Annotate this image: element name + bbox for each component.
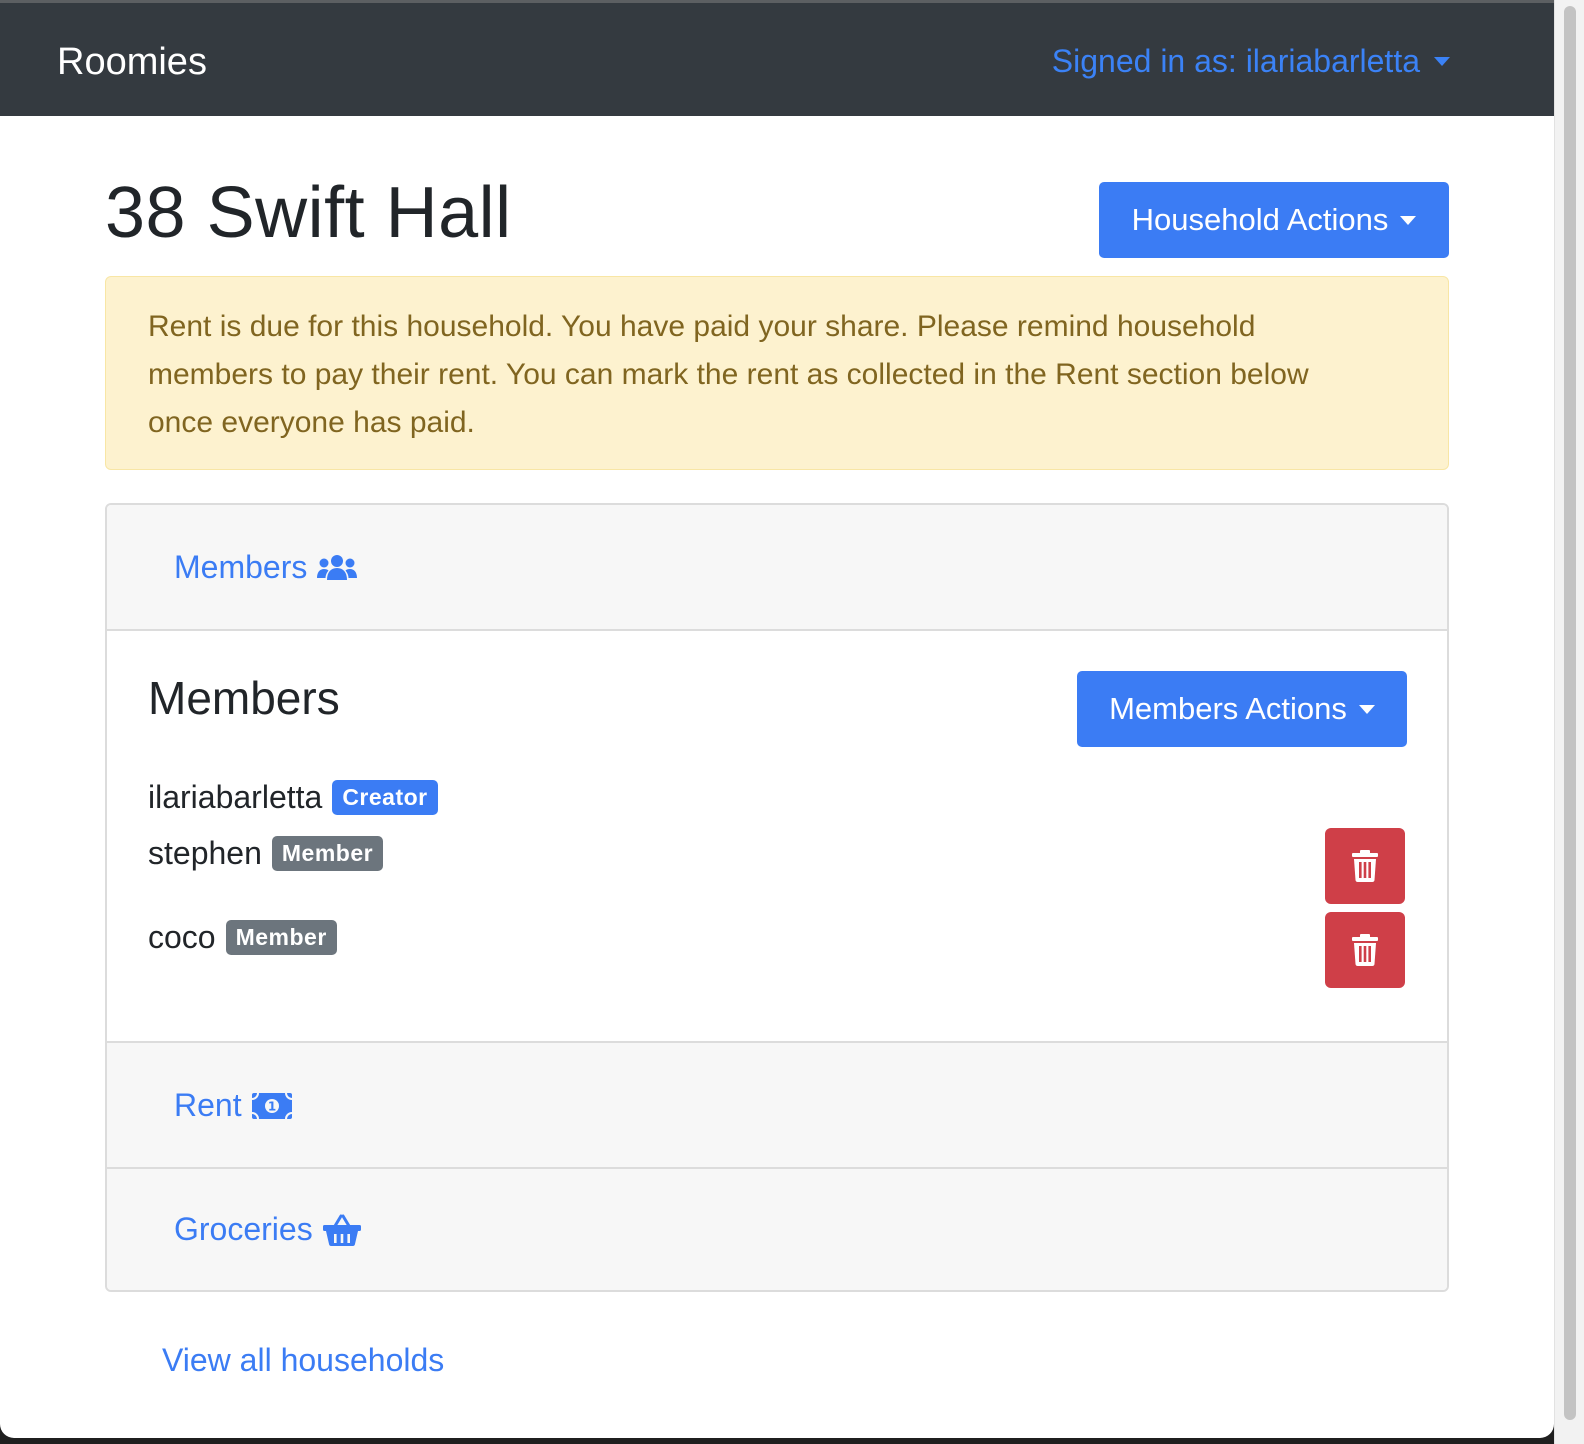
- rent-toggle-label: Rent: [174, 1087, 242, 1123]
- trash-icon: [1352, 850, 1378, 882]
- page-scrollbar[interactable]: [1554, 0, 1584, 1444]
- caret-down-icon: [1434, 57, 1450, 66]
- caret-down-icon: [1358, 704, 1375, 714]
- alert-message: Rent is due for this household. You have…: [148, 310, 1309, 439]
- household-accordion: Members Members Members Actions ilariaba…: [105, 503, 1449, 1292]
- delete-member-button[interactable]: [1325, 912, 1405, 988]
- accordion-header-groceries: Groceries: [107, 1167, 1447, 1290]
- household-actions-button[interactable]: Household Actions: [1099, 182, 1449, 258]
- user-menu-dropdown[interactable]: Signed in as: ilariabarletta: [1052, 43, 1450, 80]
- members-toggle-label: Members: [174, 549, 308, 585]
- caret-down-icon: [1400, 215, 1417, 225]
- scrollbar-thumb[interactable]: [1564, 6, 1576, 1420]
- member-name: ilariabarletta: [148, 779, 323, 815]
- member-row: stephen Member: [148, 835, 384, 872]
- navbar: Roomies Signed in as: ilariabarletta: [0, 0, 1554, 116]
- brand-logo[interactable]: Roomies: [57, 41, 207, 84]
- members-actions-button[interactable]: Members Actions: [1077, 671, 1407, 747]
- household-actions-label: Household Actions: [1131, 202, 1389, 237]
- delete-member-button[interactable]: [1325, 828, 1405, 904]
- trash-icon: [1352, 934, 1378, 966]
- accordion-header-rent: Rent 1: [107, 1041, 1447, 1167]
- users-icon: [317, 554, 358, 580]
- member-row: ilariabarletta Creator: [148, 779, 438, 816]
- accordion-header-members: Members: [107, 505, 1447, 631]
- rent-due-alert: Rent is due for this household. You have…: [105, 276, 1449, 470]
- page-title: 38 Swift Hall: [105, 173, 512, 253]
- members-actions-label: Members Actions: [1109, 691, 1347, 726]
- member-row: coco Member: [148, 919, 337, 956]
- role-badge: Member: [225, 920, 337, 955]
- groceries-toggle-label: Groceries: [174, 1211, 313, 1247]
- browser-window: Roomies Signed in as: ilariabarletta 38 …: [0, 0, 1554, 1438]
- money-bill-icon: 1: [251, 1092, 292, 1119]
- members-toggle-link[interactable]: Members: [174, 549, 358, 586]
- members-panel: Members Members Actions ilariabarletta C…: [107, 631, 1447, 1041]
- shopping-basket-icon: [322, 1214, 361, 1246]
- view-all-households-link[interactable]: View all households: [162, 1342, 444, 1379]
- role-badge: Creator: [332, 780, 438, 815]
- member-name: stephen: [148, 835, 262, 871]
- member-name: coco: [148, 919, 216, 955]
- signed-in-label: Signed in as: ilariabarletta: [1051, 43, 1420, 79]
- groceries-toggle-link[interactable]: Groceries: [174, 1211, 361, 1248]
- role-badge: Member: [271, 836, 384, 871]
- members-heading: Members: [148, 672, 340, 724]
- svg-text:1: 1: [267, 1099, 275, 1113]
- rent-toggle-link[interactable]: Rent 1: [174, 1087, 292, 1124]
